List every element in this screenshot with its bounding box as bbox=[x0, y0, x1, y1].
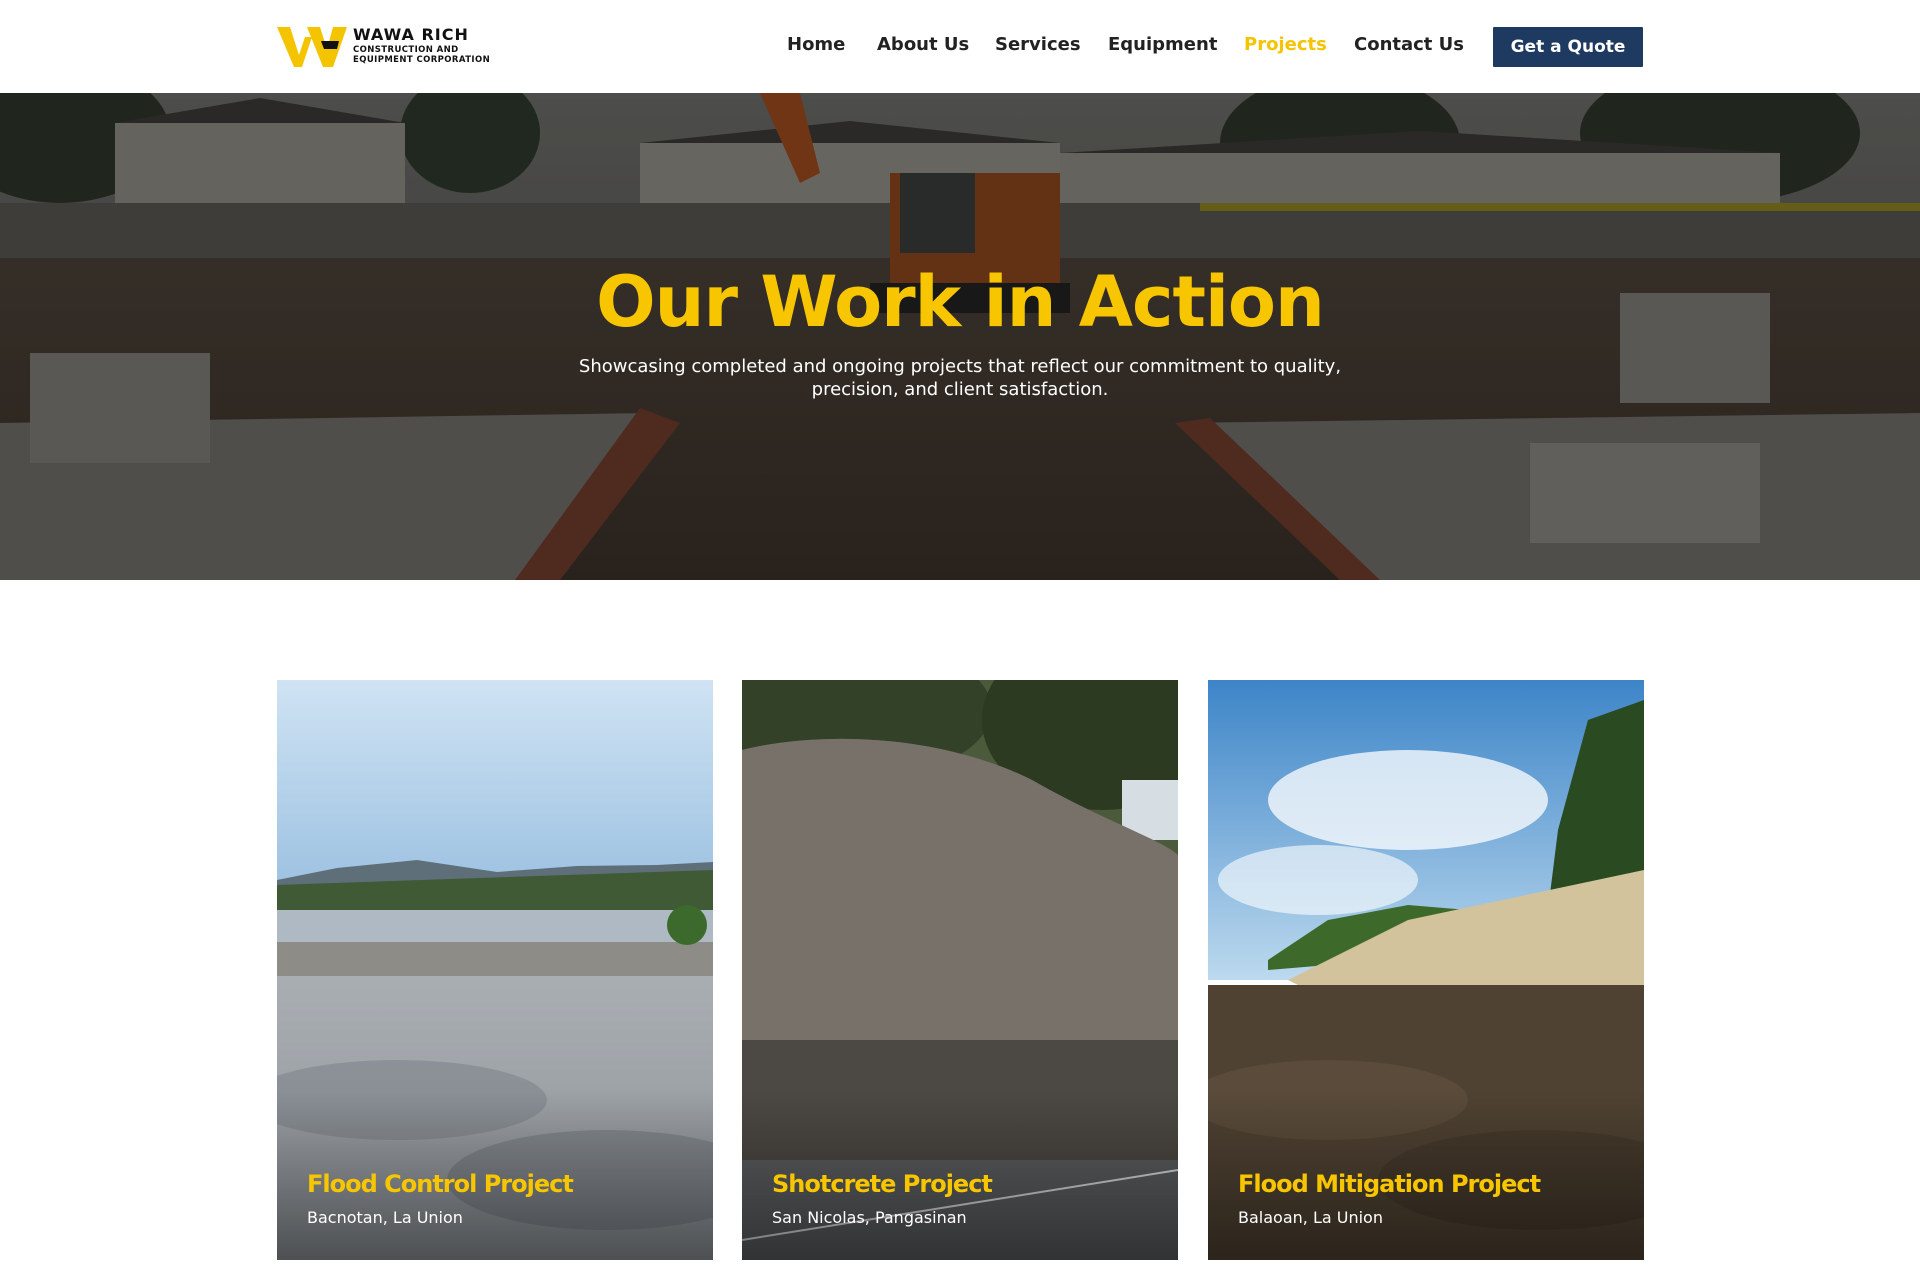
site-header: WAWA RICH CONSTRUCTION AND EQUIPMENT COR… bbox=[0, 0, 1920, 93]
project-title: Flood Control Project bbox=[307, 1170, 574, 1198]
project-card-flood-mitigation[interactable]: Flood Mitigation Project Balaoan, La Uni… bbox=[1208, 680, 1644, 1260]
hero-subtitle: Showcasing completed and ongoing project… bbox=[578, 356, 1342, 400]
nav-home[interactable]: Home bbox=[787, 34, 845, 55]
nav-projects[interactable]: Projects bbox=[1244, 34, 1327, 55]
project-location: Bacnotan, La Union bbox=[307, 1208, 463, 1227]
nav-equipment[interactable]: Equipment bbox=[1108, 34, 1217, 55]
logo-tagline: CONSTRUCTION AND EQUIPMENT CORPORATION bbox=[353, 45, 491, 65]
company-logo[interactable]: WAWA RICH CONSTRUCTION AND EQUIPMENT COR… bbox=[277, 22, 497, 70]
get-a-quote-button[interactable]: Get a Quote bbox=[1493, 27, 1643, 67]
nav-about-us[interactable]: About Us bbox=[877, 34, 969, 55]
hero-banner: Our Work in Action Showcasing completed … bbox=[0, 93, 1920, 580]
logo-name: WAWA RICH bbox=[353, 25, 469, 44]
project-location: San Nicolas, Pangasinan bbox=[772, 1208, 967, 1227]
logo-mark-icon bbox=[277, 27, 347, 67]
project-card-shotcrete[interactable]: Shotcrete Project San Nicolas, Pangasina… bbox=[742, 680, 1178, 1260]
hero-title: Our Work in Action bbox=[596, 261, 1325, 343]
nav-services[interactable]: Services bbox=[995, 34, 1081, 55]
nav-contact-us[interactable]: Contact Us bbox=[1354, 34, 1464, 55]
project-title: Flood Mitigation Project bbox=[1238, 1170, 1541, 1198]
project-title: Shotcrete Project bbox=[772, 1170, 993, 1198]
project-card-flood-control[interactable]: Flood Control Project Bacnotan, La Union bbox=[277, 680, 713, 1260]
project-location: Balaoan, La Union bbox=[1238, 1208, 1383, 1227]
